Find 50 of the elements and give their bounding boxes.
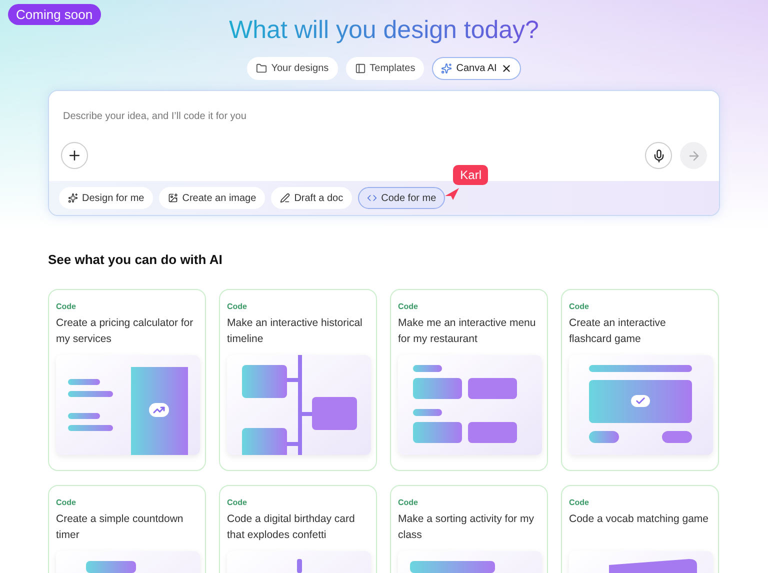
pen-icon	[280, 193, 290, 203]
idea-card[interactable]: Code Create a pricing calculator for my services	[48, 289, 206, 471]
arrow-icon	[686, 148, 700, 162]
category-label: Code	[569, 302, 589, 311]
idea-card[interactable]: Code Create an interactive flashcard game	[561, 289, 719, 471]
suggestion-chip[interactable]: Code for me	[358, 187, 446, 209]
add-button[interactable]	[61, 142, 88, 169]
idea-card[interactable]: Code Make an interactive historical timeline	[219, 289, 377, 471]
sparkle-icon	[68, 193, 78, 203]
idea-card[interactable]: Code Make me an interactive menu for my restaurant	[390, 289, 548, 471]
collaborator-name-tag: Karl	[453, 165, 488, 185]
idea-card[interactable]: Code Code a digital birthday card that explodes confetti	[219, 485, 377, 573]
idea-card[interactable]: Code Create a simple countdown timer	[48, 485, 206, 573]
card-text: Code a vocab matching game	[569, 512, 710, 527]
card-text: Make a sorting activity for my class	[398, 512, 535, 543]
category-label: Code	[56, 302, 76, 311]
category-label: Code	[227, 498, 247, 507]
coming-soon-badge: Coming soon	[8, 4, 101, 25]
category-label: Code	[227, 302, 247, 311]
card-text: Code a digital birthday card that explodes confetti	[227, 512, 356, 543]
code-icon	[367, 193, 378, 203]
tab[interactable]: Your designs	[247, 57, 338, 80]
idea-card[interactable]: Code Code a vocab matching game	[561, 485, 719, 573]
microphone-button[interactable]	[645, 142, 672, 169]
panel-icon	[354, 63, 366, 74]
category-label: Code	[569, 498, 589, 507]
microphone-icon	[652, 148, 666, 162]
suggestion-chip[interactable]: Draft a doc	[271, 187, 352, 209]
card-text: Create a simple countdown timer	[56, 512, 184, 543]
close-icon[interactable]	[500, 63, 512, 74]
sparkle-icon	[441, 63, 452, 74]
tab[interactable]: Canva AI	[432, 57, 521, 80]
prompt-input-field[interactable]: Describe your idea, and I’ll code it for you	[49, 91, 719, 142]
prompt-field[interactable]: Describe your idea, and I’ll code it for you Design for me Create an image Draft a doc Code for me Karl	[48, 90, 720, 216]
category-label: Code	[398, 302, 418, 311]
card-text: Make an interactive historical timeline	[227, 316, 364, 347]
category-label: Code	[56, 498, 76, 507]
card-text: Create a pricing calculator for my services	[56, 316, 194, 347]
idea-card[interactable]: Code Make a sorting activity for my class	[390, 485, 548, 573]
card-text: Make me an interactive menu for my restaurant	[398, 316, 537, 347]
category-label: Code	[398, 498, 418, 507]
section-heading: See what you can do with AI	[48, 252, 222, 267]
folder-icon	[256, 63, 268, 74]
plus-icon	[67, 148, 82, 163]
suggestion-chip[interactable]: Create an image	[159, 187, 266, 209]
image-icon	[168, 193, 178, 203]
card-text: Create an interactive flashcard game	[569, 316, 667, 347]
tab[interactable]: Templates	[346, 57, 424, 80]
pointer-cursor-icon	[445, 188, 460, 200]
suggestion-chip[interactable]: Design for me	[59, 187, 154, 209]
